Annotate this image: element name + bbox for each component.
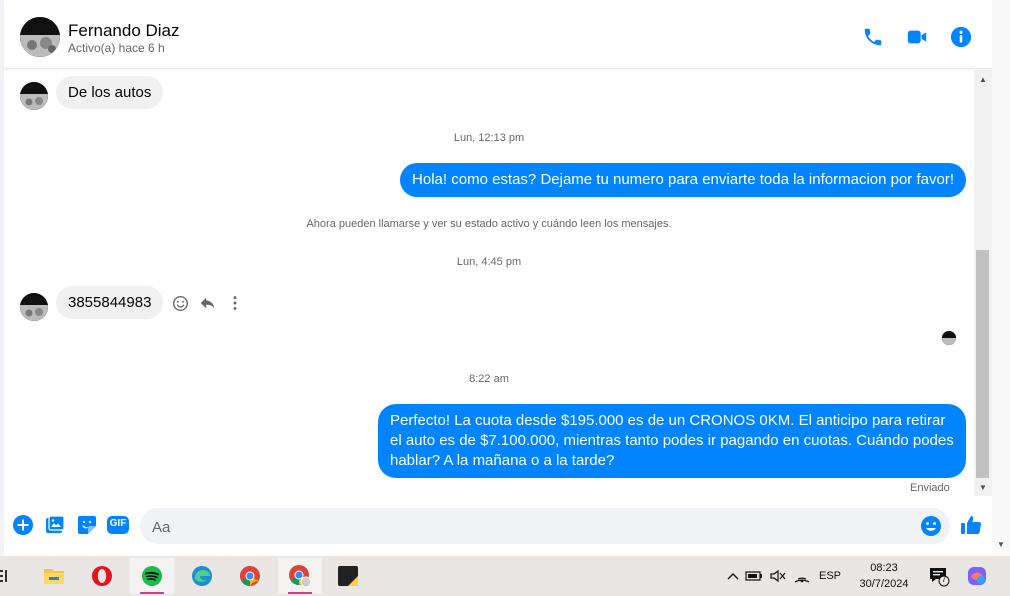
react-emoji-icon[interactable] xyxy=(171,294,189,312)
chevron-up-icon[interactable] xyxy=(724,572,742,580)
seen-receipt-avatar xyxy=(942,331,956,345)
timestamp-divider: Lun, 4:45 pm xyxy=(456,256,522,268)
more-options-icon[interactable] xyxy=(226,294,244,312)
thumbs-up-icon[interactable] xyxy=(958,512,984,538)
edge-icon[interactable] xyxy=(180,558,224,594)
gif-icon[interactable]: GIF xyxy=(107,514,129,536)
taskbar-clock[interactable]: 08:23 30/7/2024 xyxy=(854,560,914,592)
windows-taskbar: ESP 08:23 30/7/2024 7 xyxy=(0,556,1010,596)
active-app-indicator xyxy=(288,592,312,594)
file-explorer-icon[interactable] xyxy=(32,558,76,594)
scroll-down-arrow-icon[interactable]: ▼ xyxy=(974,480,992,494)
messenger-window: Fernando Diaz Activo(a) hace 6 h De los … xyxy=(0,0,1010,556)
message-input-wrapper xyxy=(140,508,950,544)
page-scroll-down-icon[interactable]: ▼ xyxy=(997,540,1005,549)
sticker-icon[interactable] xyxy=(76,514,98,536)
volume-muted-icon[interactable] xyxy=(766,569,790,583)
notifications-icon[interactable]: 7 xyxy=(926,556,952,596)
system-tray: ESP xyxy=(724,556,846,596)
task-view-icon[interactable] xyxy=(0,558,14,594)
scroll-up-arrow-icon[interactable]: ▲ xyxy=(974,72,992,86)
scroll-thumb[interactable] xyxy=(976,250,989,478)
chrome-profile-icon[interactable] xyxy=(278,558,322,594)
image-icon[interactable] xyxy=(44,514,66,536)
sent-status: Enviado xyxy=(910,482,950,494)
notification-count: 7 xyxy=(941,575,947,584)
video-camera-icon[interactable] xyxy=(904,24,930,50)
incoming-message-bubble[interactable]: De los autos xyxy=(56,76,164,109)
copilot-icon[interactable] xyxy=(962,556,992,596)
opera-icon[interactable] xyxy=(80,558,124,594)
system-notice: Ahora pueden llamarse y ver su estado ac… xyxy=(306,218,672,230)
message-composer: GIF xyxy=(4,504,992,548)
phone-icon[interactable] xyxy=(860,24,886,50)
emoji-icon[interactable] xyxy=(920,515,942,537)
page-scrollbar[interactable]: ▼ xyxy=(992,0,1010,556)
gif-label: GIF xyxy=(109,518,127,529)
thread-scrollbar[interactable]: ▲ ▼ xyxy=(974,70,992,496)
timestamp-divider: 8:22 am xyxy=(469,373,509,385)
message-thread: De los autos Lun, 12:13 pm Hola! como es… xyxy=(4,70,974,496)
reply-icon[interactable] xyxy=(199,294,217,312)
chat-header: Fernando Diaz Activo(a) hace 6 h xyxy=(4,6,992,69)
info-icon[interactable] xyxy=(948,24,974,50)
chrome-icon[interactable] xyxy=(228,558,272,594)
clock-date: 30/7/2024 xyxy=(859,578,909,590)
active-app-indicator xyxy=(140,592,164,594)
language-indicator[interactable]: ESP xyxy=(814,570,846,582)
clock-time: 08:23 xyxy=(870,562,898,574)
sticky-notes-icon[interactable] xyxy=(326,558,370,594)
contact-status: Activo(a) hace 6 h xyxy=(68,41,165,55)
message-input[interactable] xyxy=(150,514,914,540)
outgoing-message-bubble[interactable]: Perfecto! La cuota desde $195.000 es de … xyxy=(378,404,966,478)
battery-icon[interactable] xyxy=(742,570,766,582)
wifi-icon[interactable] xyxy=(790,569,814,583)
contact-avatar-small[interactable] xyxy=(20,293,48,321)
contact-avatar-small[interactable] xyxy=(20,82,48,110)
plus-icon[interactable] xyxy=(12,514,34,536)
contact-avatar[interactable] xyxy=(20,17,60,57)
contact-name[interactable]: Fernando Diaz xyxy=(68,21,180,41)
outgoing-message-bubble[interactable]: Hola! como estas? Dejame tu numero para … xyxy=(400,163,966,197)
timestamp-divider: Lun, 12:13 pm xyxy=(453,132,525,144)
incoming-message-bubble[interactable]: 3855844983 xyxy=(56,286,164,319)
spotify-icon[interactable] xyxy=(130,558,174,594)
